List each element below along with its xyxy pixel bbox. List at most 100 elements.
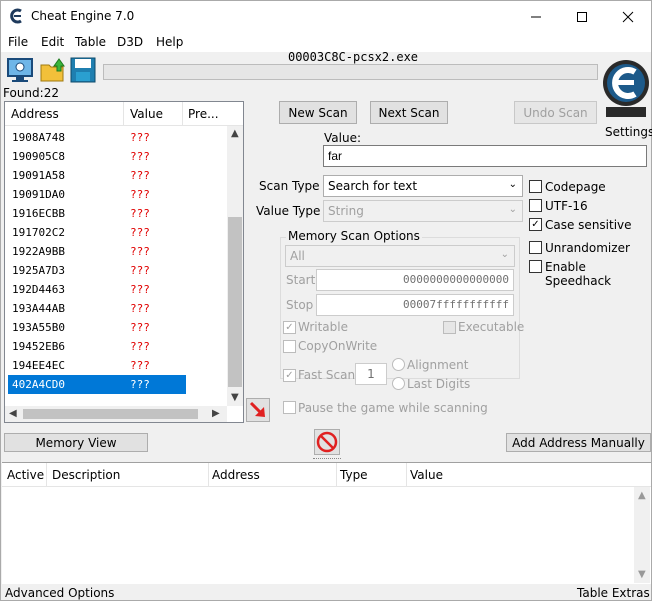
value-cell: ??? [130,207,150,220]
column-value[interactable]: Value [410,468,443,482]
list-item[interactable]: 19452EB6??? [8,337,186,356]
scroll-down-icon[interactable]: ▼ [638,569,646,580]
value-cell: ??? [130,321,150,334]
add-address-manually-button[interactable]: Add Address Manually [506,433,651,452]
memory-region-select[interactable]: All ⌄ [285,245,515,267]
table-extras-link[interactable]: Table Extras [577,586,650,600]
scan-type-select[interactable]: Search for text ⌄ [323,175,523,197]
codepage-checkbox[interactable] [529,180,542,193]
menu-file[interactable]: File [8,35,28,49]
address-cell: 1908A748 [12,131,65,144]
list-item[interactable]: 402A4CD0??? [8,375,186,394]
window-title: Cheat Engine 7.0 [31,9,135,23]
close-button[interactable] [605,1,651,32]
found-address-list[interactable]: Address Value Pre... 1908A748??? 190905C8… [4,101,244,423]
stop-address-input[interactable]: 00007fffffffffff [316,294,514,316]
column-type[interactable]: Type [340,468,368,482]
list-item[interactable]: 1922A9BB??? [8,242,186,261]
column-separator[interactable] [123,102,124,126]
value-cell: ??? [130,283,150,296]
menu-edit[interactable]: Edit [41,35,64,49]
list-item[interactable]: 19091A58??? [8,166,186,185]
address-cell: 193A44AB [12,302,65,315]
settings-label[interactable]: Settings [605,125,652,139]
scroll-right-icon[interactable]: ▶ [212,408,220,419]
codepage-label: Codepage [545,180,606,194]
list-item[interactable]: 1925A7D3??? [8,261,186,280]
vertical-scroll-thumb[interactable] [228,217,242,387]
value-cell: ??? [130,264,150,277]
column-active[interactable]: Active [7,468,44,482]
case-sensitive-checkbox[interactable]: ✓ [529,218,542,231]
menu-help[interactable]: Help [156,35,183,49]
open-file-icon[interactable] [39,56,67,84]
list-item[interactable]: 190905C8??? [8,147,186,166]
save-icon[interactable] [69,56,97,84]
maximize-button[interactable] [559,1,605,32]
main-window: Cheat Engine 7.0 File Edit Table D3D Hel… [0,0,652,601]
column-value[interactable]: Value [130,107,163,121]
alignment-radio[interactable] [392,358,405,371]
list-item[interactable]: 194EE4EC??? [8,356,186,375]
scroll-up-icon[interactable]: ▲ [231,128,239,139]
fast-scan-checkbox[interactable]: ✓ [283,369,296,382]
minimize-icon [531,16,541,17]
copy-on-write-checkbox[interactable] [283,340,296,353]
memory-region-value: All [290,249,305,263]
address-cell: 1922A9BB [12,245,65,258]
list-item[interactable]: 193A55B0??? [8,318,186,337]
menu-table[interactable]: Table [75,35,106,49]
column-separator[interactable] [336,463,337,487]
value-input[interactable] [323,145,647,167]
column-previous[interactable]: Pre... [188,107,219,121]
list-item[interactable]: 1916ECBB??? [8,204,186,223]
value-type-select[interactable]: String ⌄ [323,200,523,222]
list-item[interactable]: 19091DA0??? [8,185,186,204]
utf16-checkbox[interactable] [529,199,542,212]
column-separator[interactable] [208,463,209,487]
scroll-down-icon[interactable]: ▼ [231,392,239,403]
next-scan-button[interactable]: Next Scan [370,101,448,124]
menu-d3d[interactable]: D3D [117,35,143,49]
chevron-down-icon: ⌄ [500,249,509,260]
add-to-table-button[interactable] [246,398,270,422]
advanced-options-link[interactable]: Advanced Options [5,586,114,600]
writable-checkbox[interactable]: ✓ [283,321,296,334]
column-address[interactable]: Address [212,468,260,482]
new-scan-button[interactable]: New Scan [279,101,357,124]
pause-game-checkbox[interactable] [283,401,296,414]
start-address-input[interactable]: 0000000000000000 [316,269,514,291]
speedhack-label: Enable Speedhack [545,260,612,288]
scroll-up-icon[interactable]: ▲ [638,490,646,501]
splitter-handle[interactable] [313,458,341,461]
cheat-table[interactable]: Active Description Address Type Value ▲ … [2,462,651,584]
last-digits-radio[interactable] [392,377,405,390]
column-separator[interactable] [46,463,47,487]
memory-view-button[interactable]: Memory View [4,433,148,452]
value-type-label: Value Type [256,204,321,218]
open-process-icon[interactable] [6,56,34,84]
list-item[interactable]: 193A44AB??? [8,299,186,318]
scroll-left-icon[interactable]: ◀ [9,408,17,419]
fast-scan-alignment-input[interactable]: 1 [355,363,387,385]
unrandomizer-checkbox[interactable] [529,241,542,254]
value-cell: ??? [130,188,150,201]
value-cell: ??? [130,169,150,182]
stop-scan-button[interactable] [314,429,340,455]
column-address[interactable]: Address [11,107,59,121]
horizontal-scroll-thumb[interactable] [23,409,198,419]
list-item[interactable]: 1908A748??? [8,128,186,147]
undo-scan-button[interactable]: Undo Scan [514,101,597,124]
scan-type-label: Scan Type [259,179,320,193]
column-description[interactable]: Description [52,468,120,482]
list-item[interactable]: 192D4463??? [8,280,186,299]
list-item[interactable]: 191702C2??? [8,223,186,242]
cheat-engine-logo[interactable] [602,53,650,123]
executable-checkbox[interactable] [443,321,456,334]
column-separator[interactable] [182,102,183,126]
pause-game-label: Pause the game while scanning [298,401,488,415]
column-separator[interactable] [406,463,407,487]
speedhack-checkbox[interactable] [529,260,542,273]
minimize-button[interactable] [513,1,559,32]
address-cell: 402A4CD0 [12,378,65,391]
